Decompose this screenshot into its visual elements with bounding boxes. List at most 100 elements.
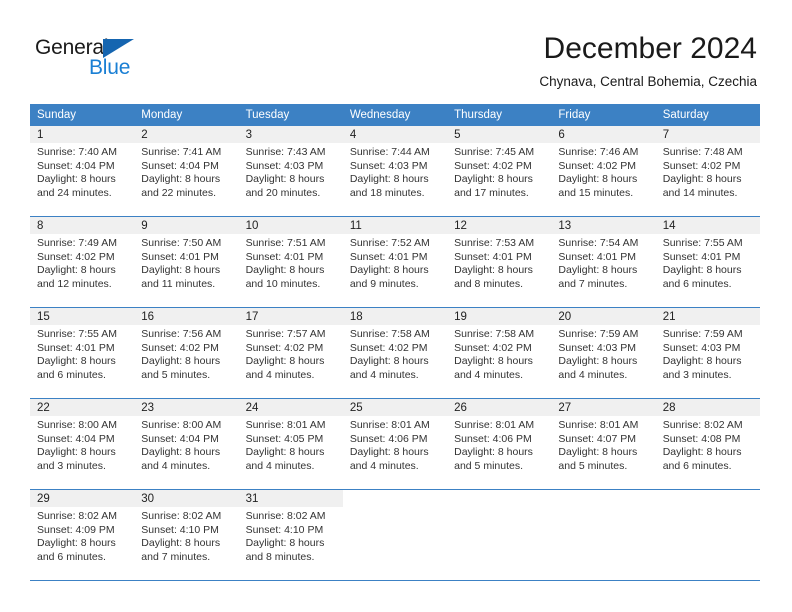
daylight-text-line2: and 5 minutes. <box>141 368 211 381</box>
sunrise-text: Sunrise: 7:50 AM <box>141 237 222 249</box>
sunrise-text: Sunrise: 7:56 AM <box>141 328 222 340</box>
calendar-day-cell[interactable]: 5 Sunrise: 7:45 AM Sunset: 4:02 PM Daylight… <box>447 126 552 217</box>
sunset-text: Sunset: 4:01 PM <box>662 250 741 263</box>
daylight-text-line1: Daylight: 8 hours <box>662 264 742 277</box>
calendar-day-cell[interactable]: 16 Sunrise: 7:56 AM Sunset: 4:02 PM Dayligh… <box>134 307 239 399</box>
sunset-text: Sunset: 4:08 PM <box>662 432 741 445</box>
daylight-text-line1: Daylight: 8 hours <box>141 446 221 459</box>
calendar-day-cell[interactable]: 3 Sunrise: 7:43 AM Sunset: 4:03 PM Daylight… <box>238 126 343 217</box>
day-details: Sunrise: 7:55 AM Sunset: 4:01 PM Daylight:… <box>30 325 134 382</box>
calendar-day-cell[interactable]: 28 Sunrise: 8:02 AM Sunset: 4:08 PM Dayligh… <box>655 398 760 490</box>
sunset-text: Sunset: 4:03 PM <box>662 341 741 354</box>
calendar-day-cell[interactable]: 13 Sunrise: 7:54 AM Sunset: 4:01 PM Dayligh… <box>551 216 656 308</box>
daylight-text-line2: and 20 minutes. <box>245 186 321 199</box>
daylight-text-line2: and 3 minutes. <box>37 459 106 472</box>
weekday-header-monday: Monday <box>134 104 239 126</box>
calendar-body: 1 Sunrise: 7:40 AM Sunset: 4:04 PM Daylight… <box>30 126 760 581</box>
sunset-text: Sunset: 4:02 PM <box>37 250 115 263</box>
daylight-text-line1: Daylight: 8 hours <box>454 173 533 186</box>
calendar-day-cell[interactable]: 31 Sunrise: 8:02 AM Sunset: 4:10 PM Dayligh… <box>238 489 343 581</box>
day-details: Sunrise: 7:45 AM Sunset: 4:02 PM Daylight:… <box>447 143 551 200</box>
calendar-day-cell[interactable]: 2 Sunrise: 7:41 AM Sunset: 4:04 PM Daylight… <box>134 126 239 217</box>
calendar-day-cell[interactable]: 24 Sunrise: 8:01 AM Sunset: 4:05 PM Dayligh… <box>238 398 343 490</box>
day-number: 27 <box>551 399 656 416</box>
sunrise-text: Sunrise: 7:51 AM <box>245 237 326 249</box>
calendar-day-cell[interactable]: 19 Sunrise: 7:58 AM Sunset: 4:02 PM Dayligh… <box>447 307 552 399</box>
calendar-day-cell[interactable]: 20 Sunrise: 7:59 AM Sunset: 4:03 PM Dayligh… <box>551 307 656 399</box>
daylight-text-line2: and 5 minutes. <box>454 459 524 472</box>
calendar-day-cell[interactable]: 27 Sunrise: 8:01 AM Sunset: 4:07 PM Dayligh… <box>551 398 656 490</box>
sunset-text: Sunset: 4:02 PM <box>141 341 219 354</box>
calendar-day-cell[interactable]: 14 Sunrise: 7:55 AM Sunset: 4:01 PM Dayligh… <box>655 216 760 308</box>
sunset-text: Sunset: 4:06 PM <box>349 432 428 445</box>
calendar-day-cell[interactable]: 22 Sunrise: 8:00 AM Sunset: 4:04 PM Dayligh… <box>30 398 135 490</box>
calendar-day-cell[interactable]: 17 Sunrise: 7:57 AM Sunset: 4:02 PM Dayligh… <box>238 307 343 399</box>
calendar-day-cell[interactable]: 15 Sunrise: 7:55 AM Sunset: 4:01 PM Dayligh… <box>30 307 135 399</box>
brand-logo[interactable]: General Blue <box>35 36 165 86</box>
daylight-text-line2: and 18 minutes. <box>349 186 425 199</box>
sunrise-text: Sunrise: 7:44 AM <box>349 146 430 158</box>
sunset-text: Sunset: 4:04 PM <box>141 432 219 445</box>
calendar-day-cell[interactable]: 26 Sunrise: 8:01 AM Sunset: 4:06 PM Dayligh… <box>447 398 552 490</box>
day-details: Sunrise: 7:48 AM Sunset: 4:02 PM Daylight:… <box>656 143 760 200</box>
calendar-day-cell[interactable]: 21 Sunrise: 7:59 AM Sunset: 4:03 PM Dayligh… <box>655 307 760 399</box>
daylight-text-line2: and 4 minutes. <box>454 368 524 381</box>
calendar-week-row: 29 Sunrise: 8:02 AM Sunset: 4:09 PM Dayligh… <box>30 489 760 581</box>
sunset-text: Sunset: 4:06 PM <box>454 432 532 445</box>
calendar-day-cell[interactable]: 9 Sunrise: 7:50 AM Sunset: 4:01 PM Daylight… <box>134 216 239 308</box>
day-details: Sunrise: 8:00 AM Sunset: 4:04 PM Daylight:… <box>30 416 134 473</box>
weekday-header-sunday: Sunday <box>30 104 135 126</box>
calendar-day-cell[interactable]: 6 Sunrise: 7:46 AM Sunset: 4:02 PM Daylight… <box>551 126 656 217</box>
day-number: 17 <box>238 308 343 325</box>
day-number: 25 <box>342 399 448 416</box>
sunset-text: Sunset: 4:02 PM <box>349 341 428 354</box>
calendar-day-cell[interactable]: 12 Sunrise: 7:53 AM Sunset: 4:01 PM Dayligh… <box>447 216 552 308</box>
day-number: 5 <box>447 126 552 143</box>
sunrise-text: Sunrise: 7:55 AM <box>662 237 743 249</box>
sunrise-text: Sunrise: 7:59 AM <box>558 328 639 340</box>
calendar-day-cell[interactable]: 4 Sunrise: 7:44 AM Sunset: 4:03 PM Daylight… <box>342 126 448 217</box>
page-header: General Blue December 2024 Chynava, Cent… <box>0 0 792 104</box>
sunset-text: Sunset: 4:02 PM <box>454 159 532 172</box>
day-number: 19 <box>447 308 552 325</box>
sunrise-text: Sunrise: 7:49 AM <box>37 237 117 249</box>
calendar-day-cell[interactable]: 30 Sunrise: 8:02 AM Sunset: 4:10 PM Dayligh… <box>134 489 239 581</box>
daylight-text-line2: and 8 minutes. <box>245 550 315 563</box>
calendar-day-cell[interactable]: 23 Sunrise: 8:00 AM Sunset: 4:04 PM Dayligh… <box>134 398 239 490</box>
weekday-header-saturday: Saturday <box>655 104 760 126</box>
calendar-day-cell[interactable]: 11 Sunrise: 7:52 AM Sunset: 4:01 PM Dayligh… <box>342 216 448 308</box>
daylight-text-line2: and 6 minutes. <box>37 368 106 381</box>
sunset-text: Sunset: 4:07 PM <box>558 432 637 445</box>
page-title: December 2024 <box>543 32 757 65</box>
sunset-text: Sunset: 4:01 PM <box>558 250 637 263</box>
daylight-text-line2: and 24 minutes. <box>37 186 112 199</box>
calendar-day-cell[interactable]: 10 Sunrise: 7:51 AM Sunset: 4:01 PM Dayligh… <box>238 216 343 308</box>
day-number: 8 <box>30 217 135 234</box>
calendar-day-cell[interactable]: 1 Sunrise: 7:40 AM Sunset: 4:04 PM Daylight… <box>30 126 135 217</box>
day-number: 28 <box>655 399 760 416</box>
daylight-text-line1: Daylight: 8 hours <box>558 446 638 459</box>
day-details: Sunrise: 7:43 AM Sunset: 4:03 PM Daylight:… <box>239 143 343 200</box>
calendar-day-cell[interactable]: 7 Sunrise: 7:48 AM Sunset: 4:02 PM Daylight… <box>655 126 760 217</box>
day-number: 16 <box>134 308 239 325</box>
weekday-header-tuesday: Tuesday <box>238 104 343 126</box>
sunset-text: Sunset: 4:01 PM <box>454 250 532 263</box>
calendar-day-cell[interactable]: 18 Sunrise: 7:58 AM Sunset: 4:02 PM Dayligh… <box>342 307 448 399</box>
calendar-day-cell-empty <box>447 489 552 581</box>
day-number: 12 <box>447 217 552 234</box>
sunset-text: Sunset: 4:04 PM <box>37 432 115 445</box>
calendar-day-cell[interactable]: 8 Sunrise: 7:49 AM Sunset: 4:02 PM Daylight… <box>30 216 135 308</box>
day-number: 14 <box>655 217 760 234</box>
day-details: Sunrise: 7:54 AM Sunset: 4:01 PM Daylight:… <box>551 234 655 291</box>
daylight-text-line1: Daylight: 8 hours <box>37 446 116 459</box>
daylight-text-line2: and 17 minutes. <box>454 186 529 199</box>
daylight-text-line2: and 4 minutes. <box>349 459 419 472</box>
calendar-week-row: 22 Sunrise: 8:00 AM Sunset: 4:04 PM Dayligh… <box>30 398 760 490</box>
daylight-text-line1: Daylight: 8 hours <box>245 537 325 550</box>
day-number: 9 <box>134 217 239 234</box>
sunset-text: Sunset: 4:03 PM <box>349 159 428 172</box>
calendar-day-cell[interactable]: 25 Sunrise: 8:01 AM Sunset: 4:06 PM Dayligh… <box>342 398 448 490</box>
calendar-day-cell[interactable]: 29 Sunrise: 8:02 AM Sunset: 4:09 PM Dayligh… <box>30 489 135 581</box>
brand-name-blue: Blue <box>89 56 131 79</box>
daylight-text-line1: Daylight: 8 hours <box>141 537 221 550</box>
